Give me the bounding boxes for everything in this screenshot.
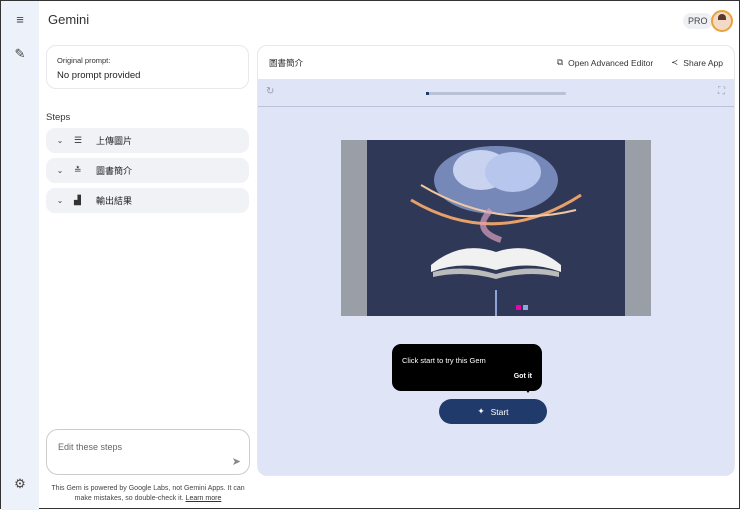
gem-cover-image xyxy=(341,140,651,316)
open-advanced-editor-button[interactable]: ⧉ Open Advanced Editor xyxy=(557,57,653,68)
sparkle-icon: ✦ xyxy=(477,406,485,416)
edit-steps-placeholder: Edit these steps xyxy=(58,442,123,452)
start-button[interactable]: ✦ Start xyxy=(439,399,547,424)
pro-badge: PRO xyxy=(683,13,713,29)
learn-more-link[interactable]: Learn more xyxy=(186,495,222,502)
original-prompt-label: Original prompt: xyxy=(57,56,111,65)
fullscreen-icon[interactable]: ⛶ xyxy=(718,86,725,97)
avatar[interactable] xyxy=(711,10,733,32)
open-editor-label: Open Advanced Editor xyxy=(568,57,654,68)
original-prompt-card: Original prompt: No prompt provided xyxy=(46,45,249,89)
panel-title: 圖書簡介 xyxy=(269,57,304,68)
bar-chart-icon: ▟ xyxy=(74,195,81,205)
disclaimer: This Gem is powered by Google Labs, not … xyxy=(46,484,250,504)
step-item[interactable]: ⌄ ≛ 圖書簡介 xyxy=(46,158,249,183)
chevron-down-icon[interactable]: ⌄ xyxy=(46,136,74,145)
app-preview-panel: 圖書簡介 ⧉ Open Advanced Editor ≺ Share App ↻ … xyxy=(257,45,735,476)
tooltip-text: Click start to try this Gem xyxy=(402,356,486,365)
progress-fill xyxy=(426,92,429,95)
side-rail: ≡ ✎ ⚙ xyxy=(1,1,39,510)
table-rows-icon: ☰ xyxy=(74,135,83,145)
share-app-button[interactable]: ≺ Share App xyxy=(671,57,723,68)
preview-toolbar: ↻ ⛶ xyxy=(258,79,734,107)
menu-icon[interactable]: ≡ xyxy=(12,12,28,28)
step-item[interactable]: ⌄ ☰ 上傳圖片 xyxy=(46,128,249,153)
open-external-icon: ⧉ xyxy=(557,57,564,67)
chevron-down-icon[interactable]: ⌄ xyxy=(46,166,74,175)
original-prompt-value: No prompt provided xyxy=(57,70,141,81)
app-title: Gemini xyxy=(48,12,90,27)
start-label: Start xyxy=(490,406,509,417)
step-item[interactable]: ⌄ ▟ 輸出結果 xyxy=(46,188,249,213)
send-icon[interactable]: ➤ xyxy=(232,455,241,468)
steps-heading: Steps xyxy=(46,112,71,123)
chevron-down-icon[interactable]: ⌄ xyxy=(46,196,74,205)
step-label: 輸出結果 xyxy=(96,196,133,206)
got-it-button[interactable]: Got it xyxy=(514,373,532,380)
edit-steps-input[interactable]: Edit these steps ➤ xyxy=(46,429,250,475)
step-label: 上傳圖片 xyxy=(96,136,133,146)
onboarding-tooltip: Click start to try this Gem Got it xyxy=(392,344,542,393)
share-label: Share App xyxy=(683,57,723,68)
refresh-icon[interactable]: ↻ xyxy=(266,86,274,97)
settings-gear-icon[interactable]: ⚙ xyxy=(12,476,28,492)
new-chat-edit-icon[interactable]: ✎ xyxy=(12,46,28,62)
playlist-add-icon: ≛ xyxy=(74,165,82,175)
step-label: 圖書簡介 xyxy=(96,166,133,176)
panel-header: 圖書簡介 ⧉ Open Advanced Editor ≺ Share App xyxy=(258,46,734,79)
progress-bar xyxy=(426,92,566,95)
share-icon: ≺ xyxy=(671,57,679,67)
